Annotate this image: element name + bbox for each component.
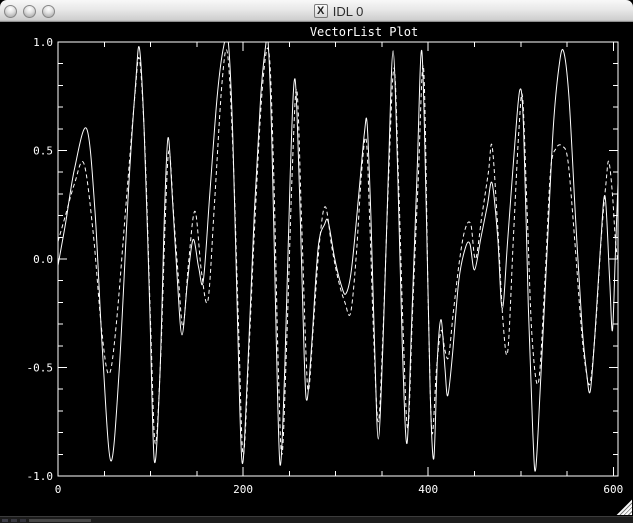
- x-tick-label: 400: [418, 483, 438, 496]
- y-tick-label: -1.0: [27, 470, 54, 483]
- bottom-edge-segment: [2, 519, 8, 522]
- x11-app-icon: X: [314, 4, 328, 18]
- x-tick-label: 0: [55, 483, 62, 496]
- plot-canvas: 0 200 400 600 1.0 0.5 0.0 -0.5 -1.0 VectorList Pl…: [0, 22, 633, 523]
- bottom-edge-segment: [11, 519, 17, 522]
- bottom-edge-segment: [20, 519, 26, 522]
- x-tick-label: 200: [233, 483, 253, 496]
- plot-content-area: 0 200 400 600 1.0 0.5 0.0 -0.5 -1.0 VectorList Pl…: [0, 22, 633, 523]
- vector-list-smoothed-series-path: [58, 48, 618, 455]
- window-bottom-edge: [0, 516, 633, 523]
- vector-list-raw-series-path: [58, 34, 618, 471]
- y-tick-label: 0.5: [33, 145, 53, 158]
- idl-plot-window: X IDL 0 0 200 400 600 1.0 0.5 0.0 -0.5 -1.0 Vecto…: [0, 0, 633, 523]
- zoom-button[interactable]: [42, 5, 55, 18]
- window-title-group: X IDL 0: [22, 0, 633, 22]
- window-titlebar[interactable]: X IDL 0: [0, 0, 633, 22]
- minimize-button[interactable]: [23, 5, 36, 18]
- y-tick-label: -0.5: [27, 362, 54, 375]
- window-controls: [4, 0, 55, 22]
- bottom-edge-segment: [29, 519, 91, 522]
- close-button[interactable]: [4, 5, 17, 18]
- y-tick-label: 0.0: [33, 253, 53, 266]
- window-title: IDL 0: [333, 4, 364, 19]
- plot-title: VectorList Plot: [310, 25, 418, 39]
- y-tick-label: 1.0: [33, 36, 53, 49]
- x-tick-label: 600: [603, 483, 623, 496]
